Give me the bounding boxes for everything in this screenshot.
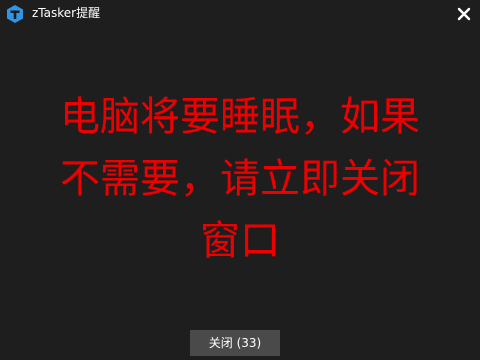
message-line: 窗口 — [200, 218, 280, 264]
sleep-warning-message: 电脑将要睡眠，如果 不需要，请立即关闭 窗口 — [0, 86, 480, 272]
message-line: 电脑将要睡眠，如果 — [60, 94, 420, 140]
title-bar[interactable]: zTasker提醒 — [0, 0, 480, 28]
close-icon[interactable] — [454, 4, 474, 24]
message-line: 不需要，请立即关闭 — [60, 156, 420, 202]
window-title: zTasker提醒 — [32, 6, 101, 20]
ztasker-logo-icon — [7, 5, 23, 23]
reminder-window: zTasker提醒 电脑将要睡眠，如果 不需要，请立即关闭 窗口 关闭 (33) — [0, 0, 480, 360]
close-countdown-button[interactable]: 关闭 (33) — [190, 330, 280, 356]
